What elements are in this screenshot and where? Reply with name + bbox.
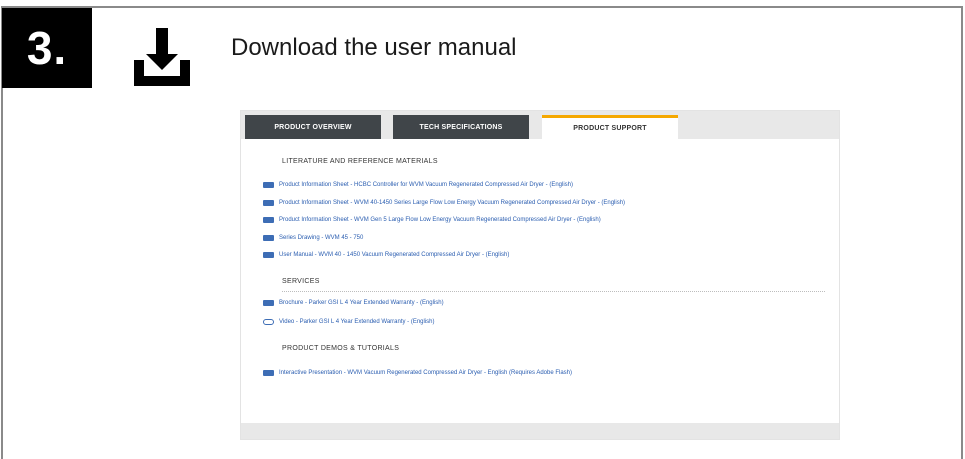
tab-product-support[interactable]: PRODUCT SUPPORT bbox=[542, 115, 678, 139]
link-label[interactable]: Brochure - Parker GSI L 4 Year Extended … bbox=[279, 300, 444, 306]
link-label[interactable]: Interactive Presentation - WVM Vacuum Re… bbox=[279, 370, 572, 376]
list-item[interactable]: Video - Parker GSI L 4 Year Extended War… bbox=[263, 317, 435, 327]
section-divider bbox=[282, 291, 825, 292]
download-icon bbox=[134, 28, 190, 86]
list-item[interactable]: Product Information Sheet - WVM 40-1450 … bbox=[263, 198, 625, 208]
link-label[interactable]: Video - Parker GSI L 4 Year Extended War… bbox=[279, 319, 435, 325]
list-item[interactable]: Brochure - Parker GSI L 4 Year Extended … bbox=[263, 298, 444, 308]
section-title-literature: LITERATURE AND REFERENCE MATERIALS bbox=[282, 158, 438, 165]
product-page-screenshot: PRODUCT OVERVIEW TECH SPECIFICATIONS PRO… bbox=[240, 110, 840, 440]
section-title-demos: PRODUCT DEMOS & TUTORIALS bbox=[282, 345, 400, 352]
presentation-icon bbox=[263, 370, 274, 376]
video-icon bbox=[263, 319, 274, 325]
list-item[interactable]: Product Information Sheet - HCBC Control… bbox=[263, 180, 573, 190]
link-label[interactable]: Series Drawing - WVM 45 - 750 bbox=[279, 235, 363, 241]
link-label[interactable]: Product Information Sheet - HCBC Control… bbox=[279, 182, 573, 188]
footer-band bbox=[241, 423, 839, 439]
link-label[interactable]: Product Information Sheet - WVM 40-1450 … bbox=[279, 200, 625, 206]
tab-tech-specifications[interactable]: TECH SPECIFICATIONS bbox=[393, 115, 529, 139]
link-label[interactable]: Product Information Sheet - WVM Gen 5 La… bbox=[279, 217, 601, 223]
list-item[interactable]: Series Drawing - WVM 45 - 750 bbox=[263, 233, 363, 243]
link-label[interactable]: User Manual - WVM 40 - 1450 Vacuum Regen… bbox=[279, 252, 509, 258]
step-number-badge: 3. bbox=[2, 8, 92, 88]
tab-product-overview[interactable]: PRODUCT OVERVIEW bbox=[245, 115, 381, 139]
pdf-icon bbox=[263, 252, 274, 258]
list-item[interactable]: User Manual - WVM 40 - 1450 Vacuum Regen… bbox=[263, 250, 509, 260]
section-title-services: SERVICES bbox=[282, 278, 320, 285]
list-item[interactable]: Interactive Presentation - WVM Vacuum Re… bbox=[263, 368, 572, 378]
pdf-icon bbox=[263, 217, 274, 223]
pdf-icon bbox=[263, 182, 274, 188]
pdf-icon bbox=[263, 300, 274, 306]
pdf-icon bbox=[263, 235, 274, 241]
pdf-icon bbox=[263, 200, 274, 206]
page-title: Download the user manual bbox=[231, 34, 517, 61]
list-item[interactable]: Product Information Sheet - WVM Gen 5 La… bbox=[263, 215, 601, 225]
